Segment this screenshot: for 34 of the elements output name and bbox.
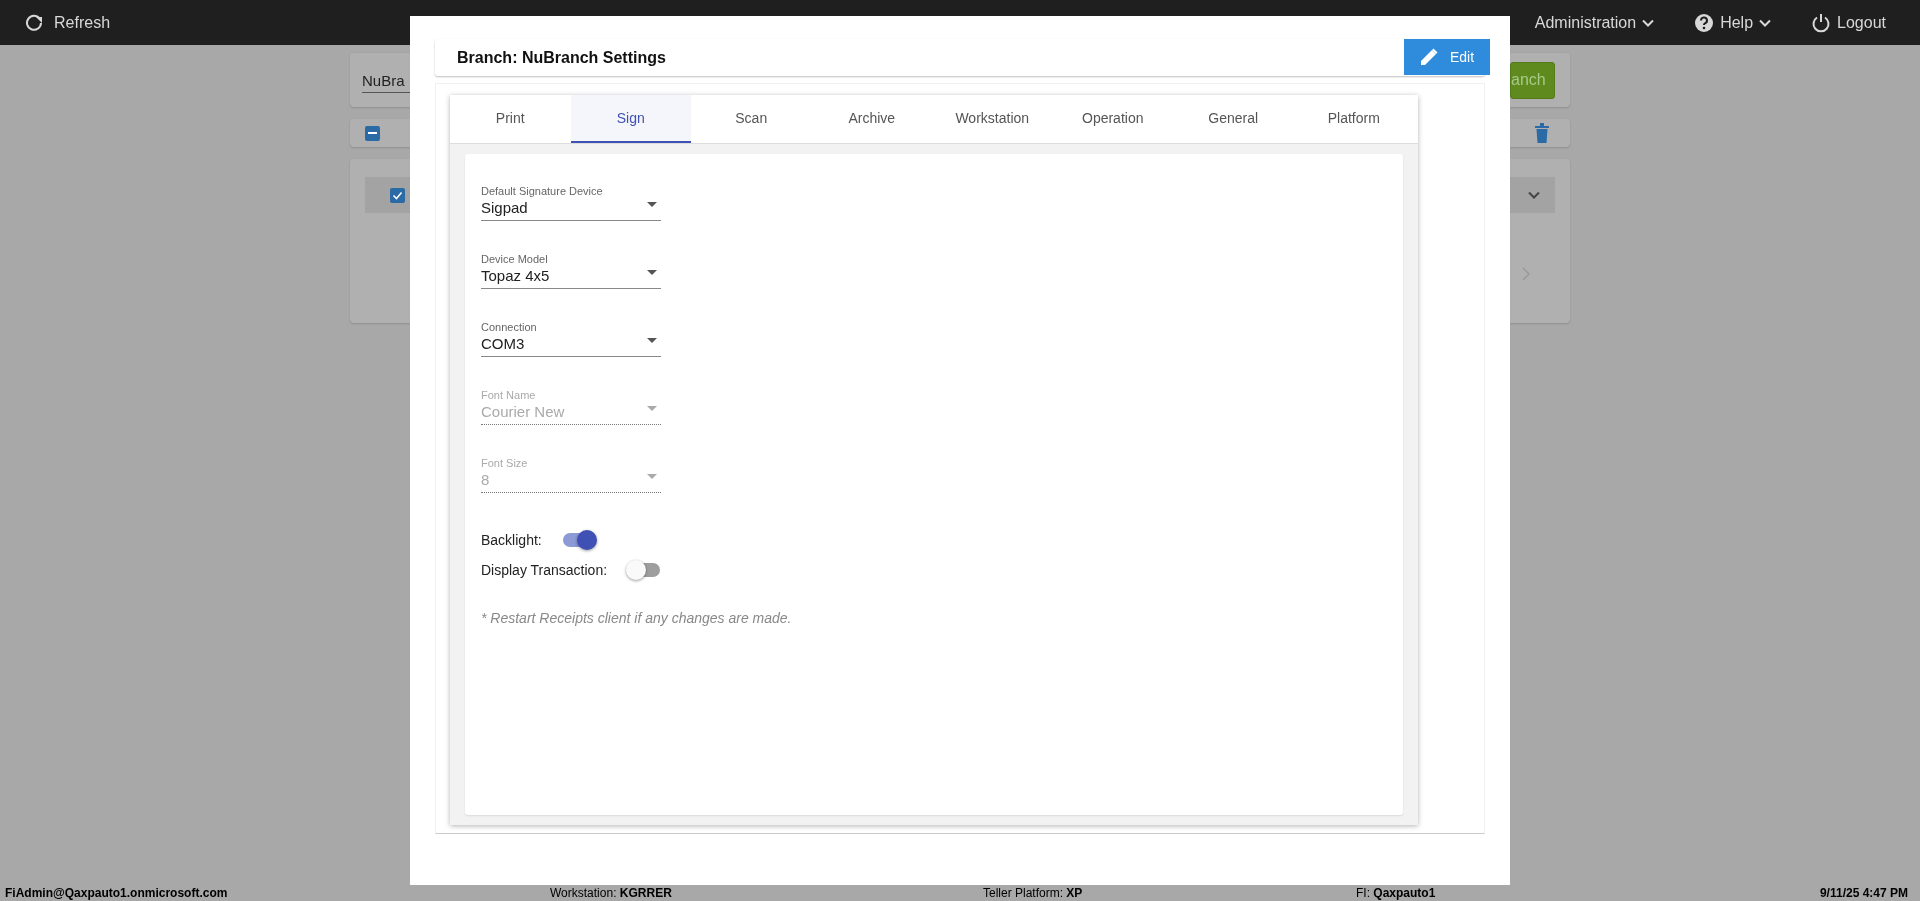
refresh-button[interactable]: Refresh (26, 13, 111, 32)
select-all-checkbox[interactable] (365, 125, 380, 141)
check-icon (392, 190, 403, 200)
caret-icon (647, 406, 657, 411)
menu-item[interactable]: Logout (1811, 12, 1886, 33)
status-text: Workstation: KGRRER (550, 885, 672, 901)
status-text: Teller Platform: XP (983, 885, 1083, 901)
caret-icon (647, 270, 657, 275)
menu-item[interactable]: Help (1694, 12, 1772, 33)
dialog-title: Branch: NuBranch Settings (457, 48, 666, 67)
refresh-icon (26, 13, 44, 32)
help-icon (1694, 12, 1715, 33)
menu-item[interactable]: Administration (1534, 13, 1655, 32)
status-text: FiAdmin@Qaxpauto1.onmicrosoft.com (5, 885, 228, 901)
caret-icon (647, 202, 657, 207)
status-text: FI: Qaxpauto1 (1356, 885, 1436, 901)
select-field[interactable]: Connection COM3 (481, 321, 661, 357)
trash-icon (1535, 123, 1549, 143)
select-field[interactable]: Device Model Topaz 4x5 (481, 253, 661, 289)
caret-icon (647, 474, 657, 479)
edit-button[interactable]: Edit (1404, 39, 1490, 75)
chevron-down-icon (1528, 191, 1540, 199)
chevron-down-icon (1759, 18, 1772, 27)
toggle-label: Backlight: (481, 532, 542, 548)
chevron-down-icon (1642, 18, 1655, 27)
status-text: 9/11/25 4:47 PM (1819, 885, 1908, 901)
toggle-label: Display Transaction: (481, 562, 608, 578)
row-checkbox[interactable] (390, 187, 405, 203)
select-field[interactable]: Default Signature Device Sigpad (481, 185, 661, 221)
note-text: * Restart Receipts client if any changes are made. (481, 610, 793, 626)
caret-icon (647, 338, 657, 343)
tab[interactable]: Sign (570, 95, 691, 143)
power-icon (1811, 12, 1832, 33)
pencil-icon (1419, 48, 1438, 66)
